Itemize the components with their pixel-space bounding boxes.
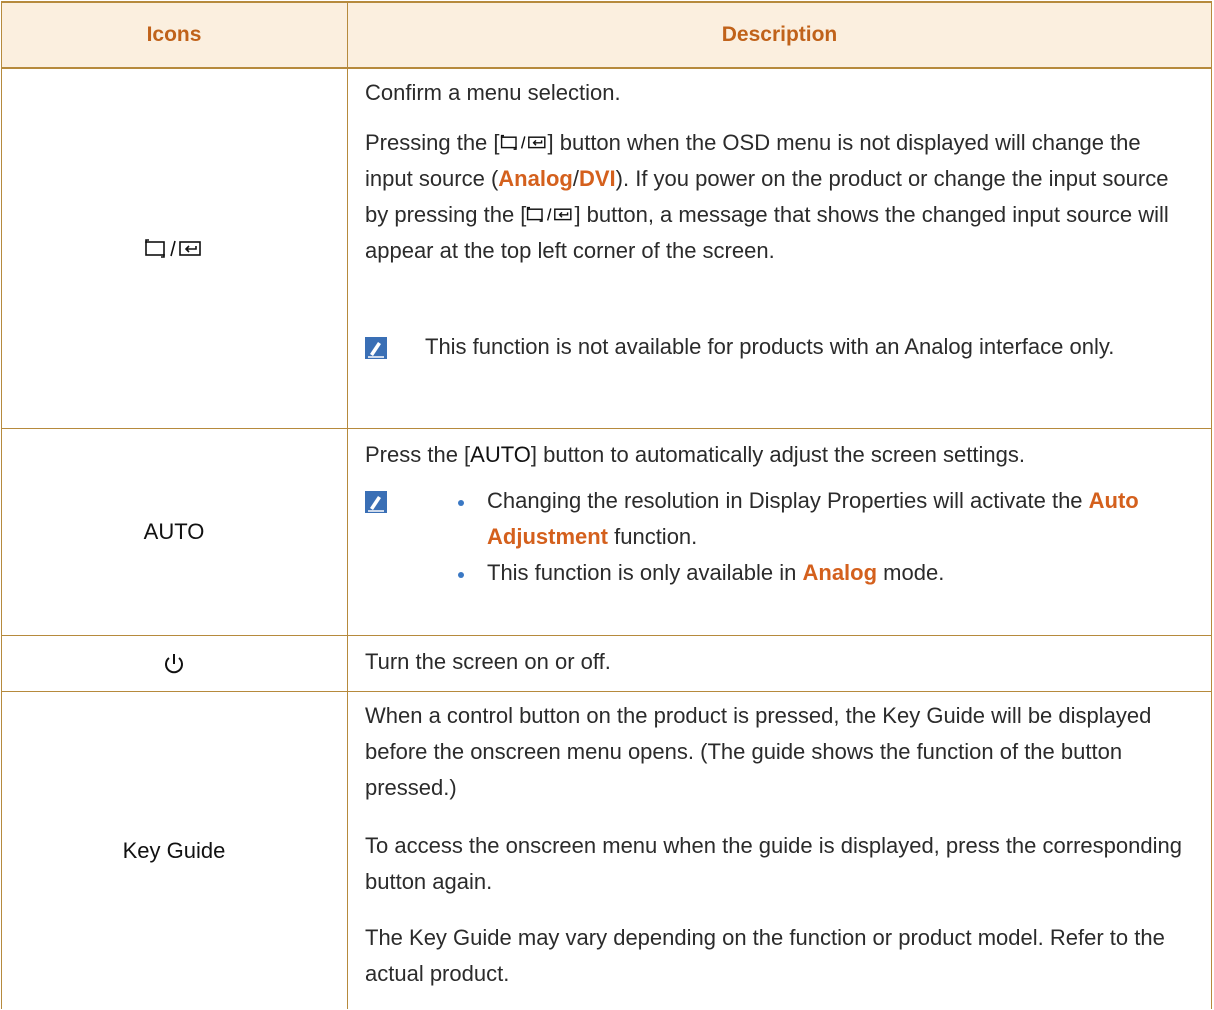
power-description: Turn the screen on or off. (347, 636, 1212, 691)
divider (1, 635, 1212, 636)
divider (347, 1, 348, 1009)
divider (1211, 1, 1212, 1009)
note-icon (365, 491, 387, 513)
table-header: Icons Description (1, 1, 1212, 69)
header-icons: Icons (146, 23, 202, 46)
divider (1, 428, 1212, 429)
note-text: This function is not available for produ… (425, 334, 1115, 359)
paragraph: Press the [AUTO] button to automatically… (365, 442, 1025, 467)
bullet (458, 572, 464, 578)
paragraph: Turn the screen on or off. (365, 649, 611, 674)
key-guide-label: Key Guide (122, 838, 226, 863)
note-icon (365, 337, 387, 359)
divider (1, 691, 1212, 692)
power-icon (1, 636, 347, 691)
auto-key: AUTO (470, 442, 531, 467)
source-enter-icon (527, 206, 572, 222)
auto-description: Press the [AUTO] button to automatically… (347, 429, 1212, 635)
source-enter-icon (1, 67, 347, 428)
paragraph: Confirm a menu selection. (365, 80, 621, 105)
paragraph: When a control button on the product is … (365, 703, 1152, 800)
auto-label: AUTO (143, 519, 205, 544)
table-row: Confirm a menu selection. Pressing the [… (1, 67, 1212, 428)
bullet-item: Changing the resolution in Display Prope… (487, 488, 1139, 549)
bullet-item: This function is only available in Analo… (487, 560, 945, 585)
paragraph: The Key Guide may vary depending on the … (365, 925, 1165, 986)
table-row: AUTO Press the [AUTO] button to automati… (1, 429, 1212, 635)
table-row: Key Guide When a control button on the p… (1, 692, 1212, 1010)
divider (1, 1, 2, 1009)
source-description: Confirm a menu selection. Pressing the [… (347, 67, 1212, 428)
table-row: Turn the screen on or off. (1, 636, 1212, 691)
paragraph: To access the onscreen menu when the gui… (365, 833, 1182, 894)
header-description: Description (721, 23, 838, 46)
source-enter-icon (500, 134, 546, 150)
paragraph: Pressing the [] button when the OSD menu… (365, 130, 1169, 263)
key-guide-description: When a control button on the product is … (347, 692, 1212, 1010)
bullet (458, 500, 464, 506)
